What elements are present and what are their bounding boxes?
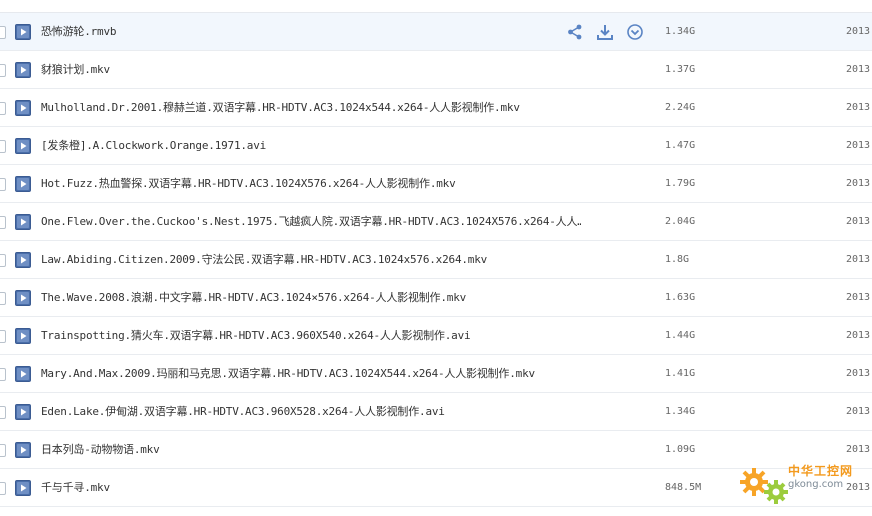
file-date: 2013 xyxy=(846,26,871,37)
video-file-icon xyxy=(15,442,31,458)
file-date: 2013 xyxy=(846,216,871,227)
video-file-icon xyxy=(15,138,31,154)
file-size: 2.04G xyxy=(665,216,696,227)
video-file-icon xyxy=(15,480,31,496)
file-name[interactable]: 豺狼计划.mkv xyxy=(41,62,110,78)
file-name[interactable]: Mulholland.Dr.2001.穆赫兰道.双语字幕.HR-HDTV.AC3… xyxy=(41,100,520,116)
file-name[interactable]: Trainspotting.猜火车.双语字幕.HR-HDTV.AC3.960X5… xyxy=(41,328,470,344)
watermark: 中华工控网 gkong.com xyxy=(736,460,872,510)
row-checkbox[interactable] xyxy=(0,292,6,305)
download-icon[interactable] xyxy=(596,23,614,41)
file-name[interactable]: 日本列岛-动物物语.mkv xyxy=(41,442,160,458)
file-row[interactable]: Trainspotting.猜火车.双语字幕.HR-HDTV.AC3.960X5… xyxy=(0,317,872,355)
row-checkbox[interactable] xyxy=(0,102,6,115)
row-checkbox[interactable] xyxy=(0,482,6,495)
video-file-icon xyxy=(15,290,31,306)
row-checkbox[interactable] xyxy=(0,140,6,153)
share-icon[interactable] xyxy=(566,23,584,41)
row-checkbox[interactable] xyxy=(0,216,6,229)
file-name[interactable]: The.Wave.2008.浪潮.中文字幕.HR-HDTV.AC3.1024×5… xyxy=(41,290,466,306)
file-date: 2013 xyxy=(846,102,871,113)
video-file-icon xyxy=(15,100,31,116)
file-size: 1.37G xyxy=(665,64,696,75)
file-size: 1.63G xyxy=(665,292,696,303)
file-date: 2013 xyxy=(846,292,871,303)
row-checkbox[interactable] xyxy=(0,444,6,457)
list-header-divider xyxy=(0,0,872,13)
file-row[interactable]: The.Wave.2008.浪潮.中文字幕.HR-HDTV.AC3.1024×5… xyxy=(0,279,872,317)
file-size: 1.79G xyxy=(665,178,696,189)
file-size: 848.5M xyxy=(665,482,702,493)
video-file-icon xyxy=(15,62,31,78)
file-row[interactable]: [发条橙].A.Clockwork.Orange.1971.avi 1.47G 20… xyxy=(0,127,872,165)
file-size: 1.8G xyxy=(665,254,690,265)
video-file-icon xyxy=(15,366,31,382)
more-dropdown-icon[interactable] xyxy=(626,23,644,41)
video-file-icon xyxy=(15,404,31,420)
video-file-icon xyxy=(15,328,31,344)
watermark-url: gkong.com xyxy=(788,479,844,490)
row-checkbox[interactable] xyxy=(0,368,6,381)
file-row[interactable]: 豺狼计划.mkv 1.37G 2013 xyxy=(0,51,872,89)
video-file-icon xyxy=(15,214,31,230)
video-file-icon xyxy=(15,252,31,268)
file-row[interactable]: One.Flew.Over.the.Cuckoo's.Nest.1975.飞越疯… xyxy=(0,203,872,241)
file-date: 2013 xyxy=(846,444,871,455)
file-row[interactable]: Mary.And.Max.2009.玛丽和马克思.双语字幕.HR-HDTV.AC… xyxy=(0,355,872,393)
row-checkbox[interactable] xyxy=(0,330,6,343)
file-date: 2013 xyxy=(846,64,871,75)
file-size: 1.09G xyxy=(665,444,696,455)
file-row[interactable]: Mulholland.Dr.2001.穆赫兰道.双语字幕.HR-HDTV.AC3… xyxy=(0,89,872,127)
file-list: 恐怖游轮.rmvb 1.34G 2013 豺狼计划.mkv 1.37G 2013 Mulho… xyxy=(0,13,872,507)
file-name[interactable]: 恐怖游轮.rmvb xyxy=(41,24,116,40)
file-size: 1.34G xyxy=(665,406,696,417)
file-date: 2013 xyxy=(846,254,871,265)
file-list-view: 恐怖游轮.rmvb 1.34G 2013 豺狼计划.mkv 1.37G 2013 Mulho… xyxy=(0,0,872,516)
watermark-title: 中华工控网 xyxy=(788,464,854,478)
file-size: 2.24G xyxy=(665,102,696,113)
file-row[interactable]: 恐怖游轮.rmvb 1.34G 2013 xyxy=(0,13,872,51)
file-date: 2013 xyxy=(846,406,871,417)
file-date: 2013 xyxy=(846,140,871,151)
file-name[interactable]: [发条橙].A.Clockwork.Orange.1971.avi xyxy=(41,138,266,154)
video-file-icon xyxy=(15,176,31,192)
file-name[interactable]: Mary.And.Max.2009.玛丽和马克思.双语字幕.HR-HDTV.AC… xyxy=(41,366,535,382)
row-checkbox[interactable] xyxy=(0,406,6,419)
file-row[interactable]: Hot.Fuzz.热血警探.双语字幕.HR-HDTV.AC3.1024X576.… xyxy=(0,165,872,203)
file-name[interactable]: Law.Abiding.Citizen.2009.守法公民.双语字幕.HR-HD… xyxy=(41,252,487,268)
file-date: 2013 xyxy=(846,368,871,379)
row-checkbox[interactable] xyxy=(0,254,6,267)
row-checkbox[interactable] xyxy=(0,26,6,39)
gears-logo-icon xyxy=(740,468,788,504)
row-checkbox[interactable] xyxy=(0,178,6,191)
file-name[interactable]: One.Flew.Over.the.Cuckoo's.Nest.1975.飞越疯… xyxy=(41,214,581,230)
file-name[interactable]: Hot.Fuzz.热血警探.双语字幕.HR-HDTV.AC3.1024X576.… xyxy=(41,176,456,192)
file-size: 1.34G xyxy=(665,26,696,37)
video-file-icon xyxy=(15,24,31,40)
file-size: 1.44G xyxy=(665,330,696,341)
file-row[interactable]: Eden.Lake.伊甸湖.双语字幕.HR-HDTV.AC3.960X528.x… xyxy=(0,393,872,431)
file-size: 1.47G xyxy=(665,140,696,151)
row-checkbox[interactable] xyxy=(0,64,6,77)
file-size: 1.41G xyxy=(665,368,696,379)
file-row[interactable]: Law.Abiding.Citizen.2009.守法公民.双语字幕.HR-HD… xyxy=(0,241,872,279)
file-date: 2013 xyxy=(846,330,871,341)
file-name[interactable]: Eden.Lake.伊甸湖.双语字幕.HR-HDTV.AC3.960X528.x… xyxy=(41,404,445,420)
file-date: 2013 xyxy=(846,178,871,189)
file-name[interactable]: 千与千寻.mkv xyxy=(41,480,110,496)
